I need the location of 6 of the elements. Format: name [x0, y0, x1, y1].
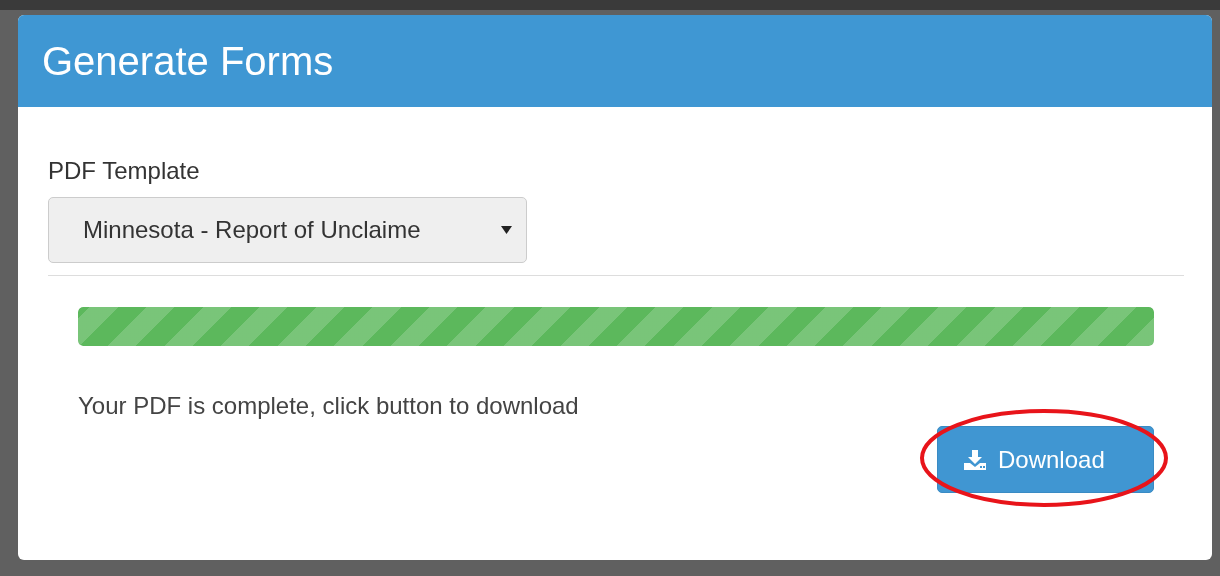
template-select[interactable]: Minnesota - Report of Unclaime [48, 197, 527, 263]
status-message: Your PDF is complete, click button to download [78, 392, 580, 420]
caret-icon [501, 226, 512, 234]
dialog-title: Generate Forms [42, 38, 334, 84]
field-label: PDF Template [48, 157, 201, 185]
download-icon [964, 449, 986, 470]
